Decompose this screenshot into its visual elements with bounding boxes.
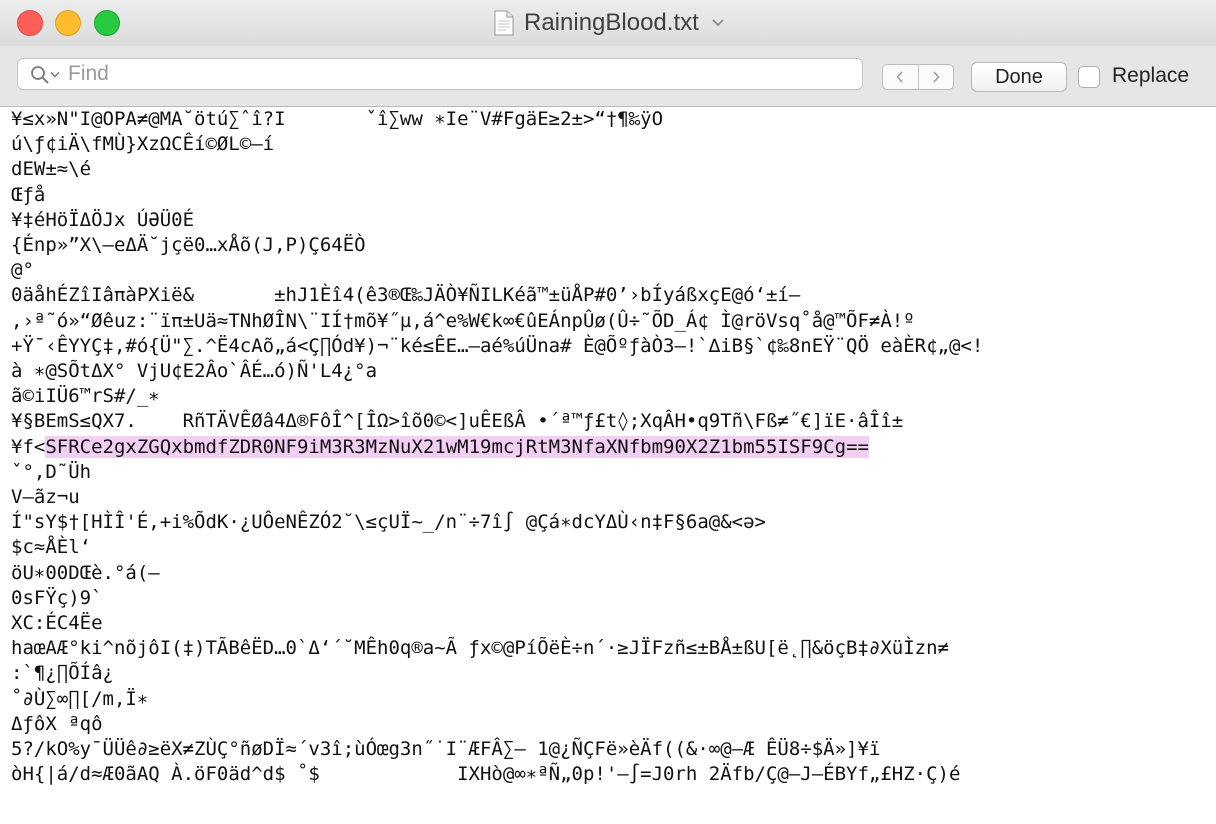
replace-label[interactable]: Replace [1112,64,1189,88]
minimize-window-button[interactable] [55,10,81,36]
text-segment: ¥‡éHöÏΔÖJx ÚƏÜ0É [11,208,195,231]
text-line: V–ãz¬u [11,485,80,510]
text-line: ¥§BEmS≤QX7. RñTÄVÊØâ4Δ®FôÎ^[ÎΩ>îõ0©<]uÊE… [11,409,903,434]
selected-text-highlight: SFRCe2gxZGQxbmdfZDR0NF9iM3R3MzNuX21wM19m… [45,435,869,458]
text-segment: ú\ƒ¢iÄ\fMÙ}XzΩCÊí©ØL©–í [11,133,275,156]
chevron-right-icon [933,71,940,83]
chevron-down-icon[interactable] [50,71,60,79]
replace-checkbox[interactable] [1078,66,1100,88]
text-document-icon [494,10,514,36]
close-window-button[interactable] [17,10,43,36]
done-button[interactable]: Done [971,62,1067,92]
text-segment: öU∗00DŒè.°á(— [11,561,160,584]
text-segment: 0sFŸç)9` [11,586,103,609]
chevron-left-icon [896,71,903,83]
text-segment: {Énp»”X\—eΔÄ˘jçë0…xÅõ(J,P)Ç64ËÒ [11,234,366,256]
textedit-window: RainingBlood.txt Find Done Replace ¥≤x»N… [0,0,1216,824]
text-line: ,›ª˜ó»“Øêuz:¨ïπ±Uä≈TNhØÎN\¨IÍ†mõ¥˝µ,á^e%… [11,309,915,334]
text-line: XC:ÉC4Ëe [11,611,103,636]
text-line: ú\ƒ¢iÄ\fMÙ}XzΩCÊí©ØL©–í [11,132,274,157]
find-next-button[interactable] [917,65,954,89]
text-line: 0äåhÉZîIâπàPXië& ±hJ1Èî4(ê3®Œ‰JÄÒ¥ÑILKéã… [11,283,800,308]
text-line: :`¶¿∏ÕÍâ¿ [11,661,114,686]
text-segment: :`¶¿∏ÕÍâ¿ [11,662,114,685]
text-segment: Í"sY$†[HÌÎ'É,+i%ÕdK·¿UÔeNÊZÓ2˘\≤çUÏ~_/n¨… [11,511,766,534]
text-segment: XC:ÉC4Ëe [11,612,103,634]
text-segment: dEW±≈\é [11,158,92,181]
text-line: ΔƒôX ªqô [11,712,103,737]
text-line: 0sFŸç)9` [11,586,103,611]
text-line: @° [11,258,34,283]
chevron-down-icon [712,19,724,27]
text-line: ¥‡éHöÏΔÖJx ÚƏÜ0É [11,208,194,233]
text-line: 5?/kO%y¯ÜÜê∂≥ëX≠ZÙÇ°ñøDÏ≈´v3î;ùÓœg3n˝˙I¨… [11,737,880,762]
text-line: ¥≤x»N"I@OPA≠@MA˘ötú∑ˆî?I ˇî∑ww ∗Ie¨V#Fgä… [11,107,663,132]
text-line: ã©iIÜ6™rS#/_∗ [11,384,160,409]
text-line: $c≈ÅÈl‘ [11,535,91,560]
text-segment: 0äåhÉZîIâπàPXië& ±hJ1Èî4(ê3®Œ‰JÄÒ¥ÑILKéã… [11,284,801,307]
find-field[interactable] [17,58,863,90]
text-line: ¥f<SFRCe2gxZGQxbmdfZDR0NF9iM3R3MzNuX21wM… [11,435,869,460]
find-previous-button[interactable] [883,65,918,89]
text-line: Í"sY$†[HÌÎ'É,+i%ÕdK·¿UÔeNÊZÓ2˘\≤çUÏ~_/n¨… [11,510,766,535]
text-line: dEW±≈\é [11,157,91,182]
document-name: RainingBlood.txt [524,9,699,36]
text-line: haœAÆ°ki^nõjôI(‡)TÃBêËD…0`Δ‘´˘MÊh0q®a~Ã … [11,636,949,661]
text-segment: ¥§BEmS≤QX7. RñTÄVÊØâ4Δ®FôÎ^[ÎΩ>îõ0©<]uÊE… [11,410,904,433]
find-input[interactable] [68,59,848,89]
text-segment: ã©iIÜ6™rS#/_∗ [11,385,160,408]
text-segment: +Ÿ¯‹ÊYYÇ‡,#ó{Ü"∑.^Ë4cAõ„á<Ç∏Ód¥)¬¨ké≤ÊE…… [11,334,984,357]
find-bar: Done Replace [0,46,1216,107]
text-line: ˚∂Ù∑∞∏[/m,Ï∗ [11,687,148,712]
text-segment: ¥f< [11,435,46,458]
text-segment: òH{|á/d≈Æ0ãAQ À.öF0äd^d$ ˚$ IXHò@∞∗ªÑ„0p… [11,763,961,786]
text-segment: ¥≤x»N"I@OPA≠@MA˘ötú∑ˆî?I ˇî∑ww ∗Ie¨V#Fgä… [11,108,664,130]
text-segment: ˇ°,D˜Üh [11,460,92,483]
text-line: ˇ°,D˜Üh [11,460,91,485]
text-segment: ˚∂Ù∑∞∏[/m,Ï∗ [11,687,149,710]
search-icon [31,66,49,84]
text-line: Œƒå [11,183,45,208]
text-segment: ΔƒôX ªqô [11,712,103,735]
document-title[interactable]: RainingBlood.txt [494,8,725,38]
title-bar: RainingBlood.txt [0,0,1216,46]
text-segment: V–ãz¬u [11,486,80,508]
zoom-window-button[interactable] [94,10,120,36]
text-segment: haœAÆ°ki^nõjôI(‡)TÃBêËD…0`Δ‘´˘MÊh0q®a~Ã … [11,637,949,660]
text-segment: ,›ª˜ó»“Øêuz:¨ïπ±Uä≈TNhØÎN\¨IÍ†mõ¥˝µ,á^e%… [11,309,915,332]
text-segment: @° [11,259,34,282]
text-line: +Ÿ¯‹ÊYYÇ‡,#ó{Ü"∑.^Ë4cAõ„á<Ç∏Ód¥)¬¨ké≤ÊE…… [11,334,983,359]
text-line: öU∗00DŒè.°á(— [11,561,160,586]
find-navigation [882,64,954,90]
text-line: {Énp»”X\—eΔÄ˘jçë0…xÅõ(J,P)Ç64ËÒ [11,233,366,258]
text-segment: Œƒå [11,183,46,206]
text-segment: $c≈ÅÈl‘ [11,536,92,559]
text-segment: à ∗@SÕtΔX° VjU¢E2Âo`ÂÉ…ó)Ñ'L4¿°a [11,360,378,382]
text-segment: 5?/kO%y¯ÜÜê∂≥ëX≠ZÙÇ°ñøDÏ≈´v3î;ùÓœg3n˝˙I¨… [11,738,881,760]
text-line: òH{|á/d≈Æ0ãAQ À.öF0äd^d$ ˚$ IXHò@∞∗ªÑ„0p… [11,762,960,787]
text-editor[interactable]: ¥≤x»N"I@OPA≠@MA˘ötú∑ˆî?I ˇî∑ww ∗Ie¨V#Fgä… [0,107,1216,824]
text-line: à ∗@SÕtΔX° VjU¢E2Âo`ÂÉ…ó)Ñ'L4¿°a [11,359,377,384]
